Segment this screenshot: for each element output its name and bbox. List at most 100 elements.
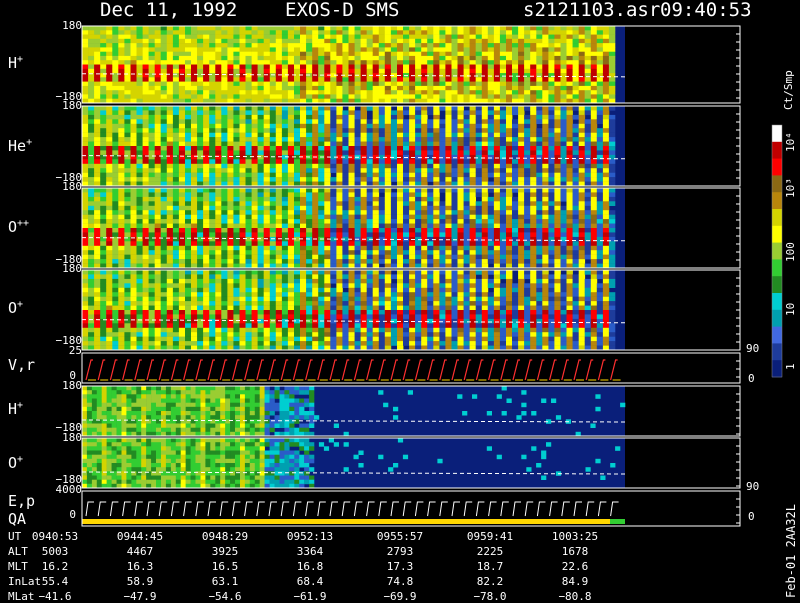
colorbar-segment [772,125,782,142]
footer-value: 2225 [477,545,504,558]
ep-trace [232,502,240,516]
colorbar-segment [772,310,782,327]
header-file: s2121103.asr [523,0,660,20]
panel-label-vr: V,r [8,357,35,373]
ep-trace [184,502,192,516]
panel-label-hplus2: H+ [8,398,23,417]
colorbar-segment [772,293,782,310]
colorbar-segment [772,175,782,192]
footer-value: −47.9 [123,590,156,603]
ep-trace [537,502,545,516]
ytick-hplus2-top: 180 [52,380,82,392]
footer-value: 2793 [387,545,414,558]
ep-trace [574,502,582,516]
panel-label-qa: QA [8,511,26,527]
colorbar-label-3: 10 [784,303,797,316]
footer-value: 1678 [562,545,589,558]
footer-label: MLT [8,560,28,573]
ep-trace [611,502,619,516]
ep-trace [318,502,326,516]
colorbar-segment [772,343,782,360]
ep-trace [550,502,558,516]
ep-trace [135,502,143,516]
qa-bar [82,519,610,524]
colorbar-label-2: 100 [784,242,797,262]
colorbar-segment [772,192,782,209]
ep-trace [98,502,106,516]
header-instrument: EXOS-D SMS [285,0,399,20]
ep-trace [171,502,179,516]
colorbar-label-0: 10⁴ [784,132,797,152]
colorbar-segment [772,209,782,226]
footer-value: 68.4 [297,575,324,588]
footer-value: 0955:57 [377,530,423,543]
ep-trace [86,502,94,516]
ytick-hplus-top: 180 [52,20,82,32]
footer-value: 4467 [127,545,154,558]
ytick-heplus-top: 180 [52,100,82,112]
colorbar-segment [772,259,782,276]
spectrogram-plot [0,0,800,600]
colorbar-segment [772,243,782,260]
ep-trace [257,502,265,516]
panel-label-heplus: He+ [8,135,32,154]
footer-value: 55.4 [42,575,69,588]
ep-trace [489,502,497,516]
panel-label-oplusplus: O++ [8,216,29,235]
footer-value: 3364 [297,545,324,558]
ytick-oplusplus-top: 180 [52,181,82,193]
panel-label-hplus: H+ [8,52,23,71]
ep-trace [452,502,460,516]
ytick-oplus-top: 180 [52,263,82,275]
colorbar-segment [772,142,782,159]
ep-trace [269,502,277,516]
ep-trace [501,502,509,516]
ep-trace [354,502,362,516]
footer-value: 74.8 [387,575,414,588]
qa-bar-end [610,519,625,524]
header-date: Dec 11, 1992 [100,0,237,20]
ep-trace [562,502,570,516]
colorbar-segment [772,276,782,293]
footer-value: 0952:13 [287,530,333,543]
panel-label-oplus: O+ [8,297,23,316]
footer-label: InLat [8,575,41,588]
ytick-ep-bottom: 0 [52,509,76,521]
footer-value: −61.9 [293,590,326,603]
footer-value: 16.8 [297,560,324,573]
rtick-vr-bottom: 0 [748,373,755,385]
ep-trace [464,502,472,516]
ep-trace [208,502,216,516]
footer-value: 82.2 [477,575,504,588]
footer-label: MLat [8,590,35,603]
ytick-oplus2-top: 180 [52,432,82,444]
footer-value: 0940:53 [32,530,78,543]
ep-trace [525,502,533,516]
rtick-ep-bottom: 0 [748,511,755,523]
ep-trace [123,502,131,516]
ep-trace [293,502,301,516]
footer-value: 0944:45 [117,530,163,543]
rtick-vr-top: 90 [746,343,759,355]
footer-value: −80.8 [558,590,591,603]
footer-value: 16.3 [127,560,154,573]
ep-trace [281,502,289,516]
ep-trace [586,502,594,516]
footer-value: 16.2 [42,560,69,573]
footer-value: 58.9 [127,575,154,588]
ep-trace [391,502,399,516]
footer-value: 17.3 [387,560,414,573]
ep-trace [379,502,387,516]
colorbar-unit: Ct/Smp [782,70,795,110]
footer-value: −69.9 [383,590,416,603]
footer-value: 5003 [42,545,69,558]
ytick-ep-top: 4000 [40,484,82,496]
ep-trace [330,502,338,516]
ep-trace [440,502,448,516]
ep-trace [245,502,253,516]
footer-value: 1003:25 [552,530,598,543]
header-time: 09:40:53 [660,0,752,20]
ep-trace [513,502,521,516]
colorbar-segment [772,360,782,377]
ep-trace [110,502,118,516]
